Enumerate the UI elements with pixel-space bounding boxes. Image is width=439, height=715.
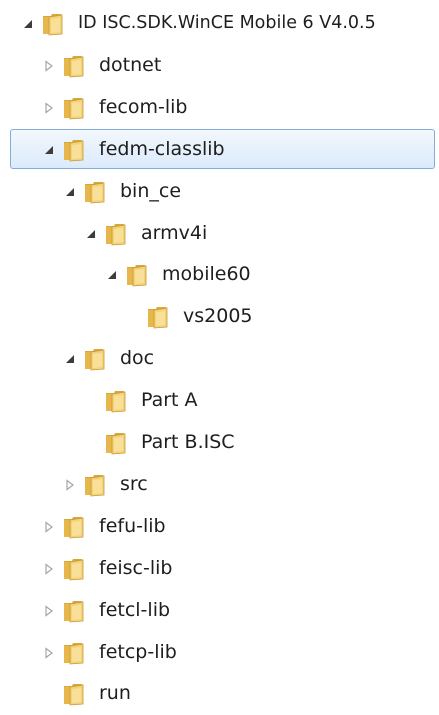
tree-item[interactable]: fefu-lib — [0, 506, 439, 548]
expanded-arrow-icon[interactable] — [85, 228, 97, 240]
tree-item[interactable]: run — [0, 673, 439, 715]
folder-icon — [82, 179, 108, 205]
tree-item-label: feisc-lib — [99, 557, 173, 579]
tree-item[interactable]: fetcp-lib — [0, 632, 439, 674]
tree-item[interactable]: src — [0, 464, 439, 506]
tree-item[interactable]: doc — [0, 338, 439, 380]
folder-icon — [61, 598, 87, 624]
collapsed-arrow-icon[interactable] — [43, 647, 55, 659]
collapsed-arrow-icon[interactable] — [43, 521, 55, 533]
tree-item[interactable]: ID ISC.SDK.WinCE Mobile 6 V4.0.5 — [0, 3, 439, 45]
tree-item-label: run — [99, 682, 131, 704]
folder-icon — [61, 95, 87, 121]
collapsed-arrow-icon[interactable] — [43, 563, 55, 575]
collapsed-arrow-icon[interactable] — [43, 102, 55, 114]
tree-item[interactable]: vs2005 — [0, 296, 439, 338]
collapsed-arrow-icon[interactable] — [43, 605, 55, 617]
collapsed-arrow-icon[interactable] — [43, 60, 55, 72]
tree-item-label: fetcl-lib — [99, 599, 171, 621]
tree-item[interactable]: fetcl-lib — [0, 590, 439, 632]
tree-item[interactable]: mobile60 — [0, 254, 439, 296]
tree-item-label: ID ISC.SDK.WinCE Mobile 6 V4.0.5 — [78, 13, 376, 33]
tree-item[interactable]: armv4i — [0, 213, 439, 255]
collapsed-arrow-icon[interactable] — [64, 479, 76, 491]
tree-item[interactable]: fedm-classlib — [0, 129, 439, 171]
tree-item[interactable]: Part B.ISC — [0, 422, 439, 464]
folder-icon — [103, 430, 129, 456]
folder-icon — [61, 681, 87, 707]
folder-icon — [61, 137, 87, 163]
tree-item-label: Part A — [141, 389, 198, 411]
folder-tree: ID ISC.SDK.WinCE Mobile 6 V4.0.5 dotnet … — [0, 0, 439, 715]
tree-item-label: mobile60 — [162, 263, 251, 285]
tree-item[interactable]: dotnet — [0, 45, 439, 87]
folder-icon — [61, 514, 87, 540]
expanded-arrow-icon[interactable] — [106, 269, 118, 281]
expanded-arrow-icon[interactable] — [43, 144, 55, 156]
tree-item[interactable]: feisc-lib — [0, 548, 439, 590]
folder-icon — [61, 53, 87, 79]
folder-icon — [82, 346, 108, 372]
folder-icon — [145, 304, 171, 330]
tree-item-label: fefu-lib — [99, 515, 166, 537]
folder-icon — [61, 640, 87, 666]
folder-icon — [82, 472, 108, 498]
folder-icon — [40, 11, 66, 37]
tree-item-label: Part B.ISC — [141, 431, 235, 453]
expanded-arrow-icon[interactable] — [64, 353, 76, 365]
expanded-arrow-icon[interactable] — [64, 186, 76, 198]
tree-item[interactable]: bin_ce — [0, 171, 439, 213]
folder-icon — [103, 221, 129, 247]
folder-icon — [124, 262, 150, 288]
tree-item-label: fetcp-lib — [99, 641, 177, 663]
tree-item-label: bin_ce — [120, 180, 182, 202]
folder-icon — [103, 388, 129, 414]
tree-item[interactable]: Part A — [0, 380, 439, 422]
tree-item-label: fedm-classlib — [99, 138, 225, 160]
tree-item-label: vs2005 — [183, 305, 253, 327]
expanded-arrow-icon[interactable] — [22, 18, 34, 30]
tree-item-label: src — [120, 473, 148, 495]
tree-item-label: doc — [120, 347, 155, 369]
folder-icon — [61, 556, 87, 582]
tree-item-label: armv4i — [141, 222, 208, 244]
tree-item[interactable]: fecom-lib — [0, 87, 439, 129]
tree-item-label: fecom-lib — [99, 96, 188, 118]
tree-item-label: dotnet — [99, 54, 162, 76]
